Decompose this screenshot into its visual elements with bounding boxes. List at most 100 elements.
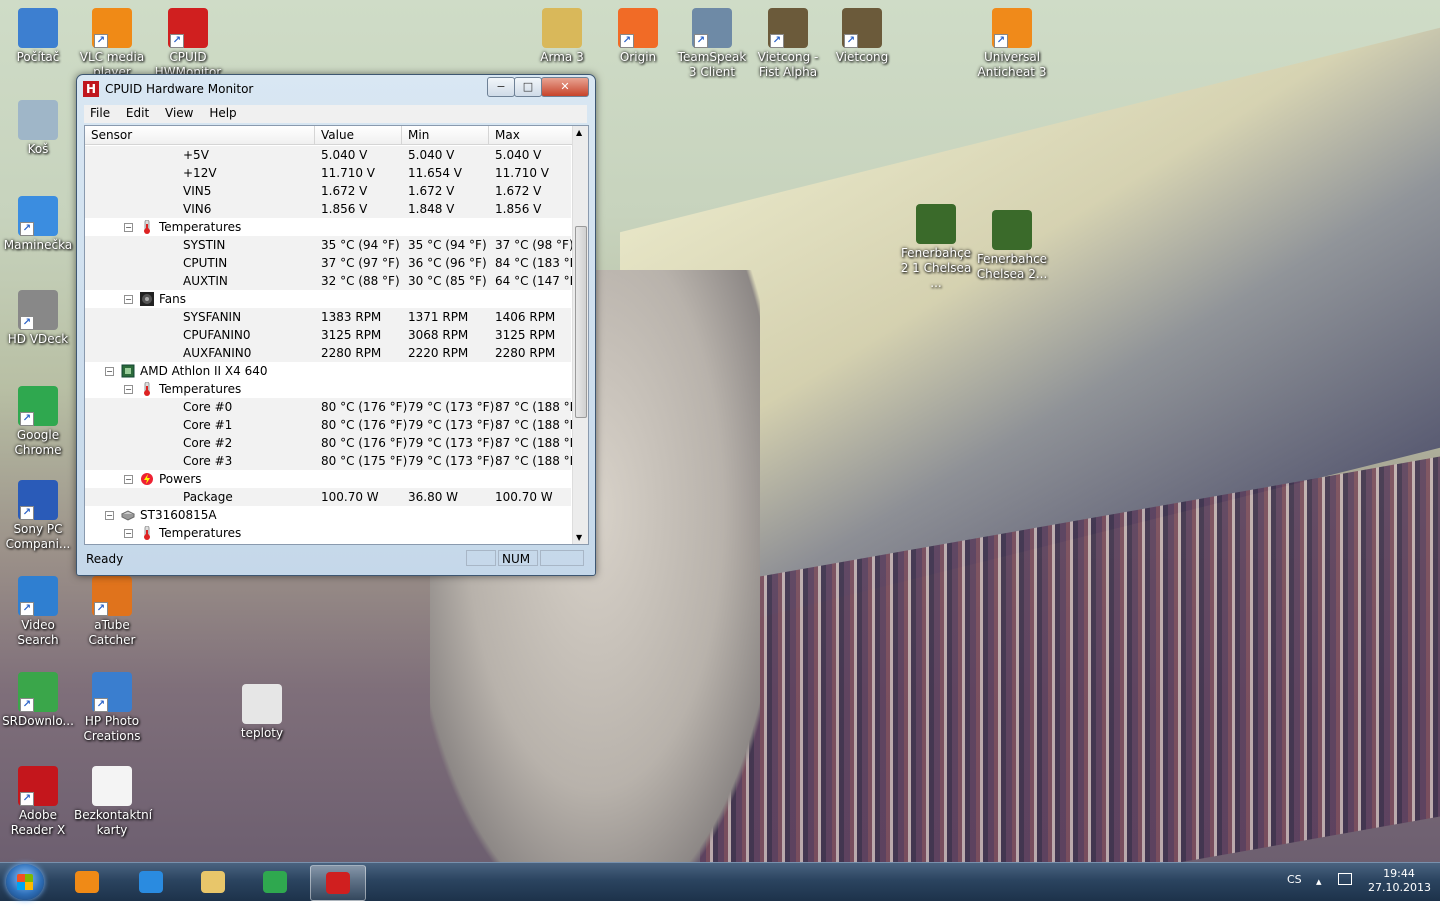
tree-group-node[interactable]: − Fans: [85, 290, 571, 308]
minimize-button[interactable]: −: [487, 77, 515, 97]
desktop-icon-14[interactable]: Bezkontaktní karty: [74, 766, 152, 838]
desktop-icon-11[interactable]: ↗ HP Photo Creations: [74, 672, 150, 744]
close-button[interactable]: ✕: [541, 77, 589, 97]
collapse-toggle-icon[interactable]: −: [124, 223, 133, 232]
desktop-icon-21[interactable]: Fenerbahçe 2 1 Chelsea ...: [898, 204, 974, 291]
vertical-scrollbar[interactable]: ▲ ▼: [572, 126, 588, 544]
sensor-value: 100.70 W: [321, 490, 379, 504]
desktop-icon-7[interactable]: ↗ Sony PC Compani...: [0, 480, 76, 552]
desktop-icon-18[interactable]: ↗ Vietcong - Fist Alpha: [750, 8, 826, 80]
sensor-max: 37 °C (98 °F): [495, 238, 574, 252]
menu-help[interactable]: Help: [203, 105, 242, 121]
desktop-icon-8[interactable]: ↗ Video Search: [0, 576, 76, 648]
hwmonitor-window[interactable]: H CPUID Hardware Monitor − □ ✕ File Edit…: [76, 74, 596, 576]
desktop-icon-6[interactable]: ↗ Google Chrome: [0, 386, 76, 458]
taskbar-button-1[interactable]: [124, 865, 178, 899]
clock[interactable]: 19:44 27.10.2013: [1368, 867, 1431, 905]
sensor-row[interactable]: Core #3 80 °C (175 °F) 79 °C (173 °F) 87 °C…: [85, 452, 581, 470]
tree-group-node[interactable]: − Temperatures: [85, 380, 571, 398]
taskbar-button-4[interactable]: [310, 865, 366, 901]
sensor-value: 80 °C (175 °F): [321, 454, 408, 468]
desktop-icon-2[interactable]: ↗ CPUID HWMonitor: [150, 8, 226, 80]
sensor-row[interactable]: AUXFANIN0 2280 RPM 2220 RPM 2280 RPM: [85, 344, 571, 362]
sensor-row[interactable]: AUXTIN 32 °C (88 °F) 30 °C (85 °F) 64 °C (1…: [85, 272, 581, 290]
menu-view[interactable]: View: [159, 105, 199, 121]
desktop-icon-12[interactable]: teploty: [224, 684, 300, 741]
sensor-min: 2220 RPM: [408, 346, 469, 360]
sensor-max: 1.856 V: [495, 202, 542, 216]
tree-group-node[interactable]: − Temperatures: [85, 524, 571, 542]
sensor-row[interactable]: Core #0 80 °C (176 °F) 79 °C (173 °F) 87 °C…: [85, 398, 581, 416]
desktop-icon-20[interactable]: ↗ Universal Anticheat 3: [974, 8, 1050, 80]
desktop-icon-19[interactable]: ↗ Vietcong: [824, 8, 900, 65]
column-max[interactable]: Max: [489, 126, 575, 144]
sensor-name: SYSFANIN: [183, 310, 242, 324]
tree-group-node[interactable]: − Powers: [85, 470, 571, 488]
desktop-icon-1[interactable]: ↗ VLC media player: [74, 8, 150, 80]
scroll-down-icon[interactable]: ▼: [576, 533, 582, 542]
desktop-icon-13[interactable]: ↗ Adobe Reader X: [0, 766, 76, 838]
desktop-icon-9[interactable]: ↗ aTube Catcher: [74, 576, 150, 648]
sensor-value: 35 °C (94 °F): [321, 238, 400, 252]
tree-group-node[interactable]: − AMD Athlon II X4 640: [85, 362, 571, 380]
sensor-name: Temperatures: [159, 526, 242, 540]
sensor-value: 5.040 V: [321, 148, 368, 162]
tray-arrow-icon[interactable]: ▴: [1316, 875, 1322, 913]
sensor-row[interactable]: Package 100.70 W 36.80 W 100.70 W: [85, 488, 571, 506]
sensor-max: 5.040 V: [495, 148, 542, 162]
desktop-icon-17[interactable]: ↗ TeamSpeak 3 Client: [674, 8, 750, 80]
sensor-min: 36 °C (96 °F): [408, 256, 487, 270]
desktop-icon-0[interactable]: Počítač: [0, 8, 76, 65]
desktop-icon-label: Maminečka: [3, 238, 73, 252]
desktop-icon-5[interactable]: ↗ HD VDeck: [0, 290, 76, 347]
desktop-icon-16[interactable]: ↗ Origin: [600, 8, 676, 65]
start-button[interactable]: [6, 864, 44, 900]
sensor-min: 79 °C (173 °F): [408, 400, 495, 414]
sensor-row[interactable]: CPUTIN 37 °C (97 °F) 36 °C (96 °F) 84 °C (1…: [85, 254, 581, 272]
tree-group-node[interactable]: − ST3160815A: [85, 506, 571, 524]
menu-edit[interactable]: Edit: [120, 105, 155, 121]
desktop-icon-4[interactable]: ↗ Maminečka: [0, 196, 76, 253]
scroll-thumb[interactable]: [575, 226, 587, 418]
shortcut-arrow-icon: ↗: [94, 602, 108, 616]
language-indicator[interactable]: CS: [1287, 873, 1302, 911]
collapse-toggle-icon[interactable]: −: [124, 295, 133, 304]
sensor-row[interactable]: +12V 11.710 V 11.654 V 11.710 V: [85, 164, 571, 182]
desktop-app-icon: ↗: [842, 8, 882, 48]
maximize-button[interactable]: □: [514, 77, 542, 97]
sensor-min: 5.040 V: [408, 148, 455, 162]
sensor-min: 1.672 V: [408, 184, 455, 198]
desktop-icon-22[interactable]: Fenerbahce Chelsea 2...: [974, 210, 1050, 282]
collapse-toggle-icon[interactable]: −: [124, 385, 133, 394]
sensor-row[interactable]: VIN6 1.856 V 1.848 V 1.856 V: [85, 200, 571, 218]
sensor-row[interactable]: CPUFANIN0 3125 RPM 3068 RPM 3125 RPM: [85, 326, 571, 344]
desktop-icon-15[interactable]: Arma 3: [524, 8, 600, 65]
title-bar[interactable]: H CPUID Hardware Monitor − □ ✕: [77, 75, 595, 103]
collapse-toggle-icon[interactable]: −: [105, 367, 114, 376]
column-min[interactable]: Min: [402, 126, 489, 144]
status-bar: Ready NUM: [84, 549, 587, 569]
sensor-tree[interactable]: Sensor Value Min Max +5V 5.040 V 5.040 V 5.…: [84, 125, 589, 545]
column-value[interactable]: Value: [315, 126, 402, 144]
taskbar-button-2[interactable]: [186, 865, 240, 899]
desktop-icon-3[interactable]: Koš: [0, 100, 76, 157]
sensor-row[interactable]: SYSFANIN 1383 RPM 1371 RPM 1406 RPM: [85, 308, 571, 326]
tree-group-node[interactable]: − Temperatures: [85, 218, 571, 236]
desktop-icon-label: HD VDeck: [7, 332, 69, 346]
sensor-row[interactable]: VIN5 1.672 V 1.672 V 1.672 V: [85, 182, 571, 200]
taskbar-button-0[interactable]: [60, 865, 114, 899]
column-sensor[interactable]: Sensor: [85, 126, 315, 144]
taskbar-button-3[interactable]: [248, 865, 302, 899]
desktop-icon-10[interactable]: ↗ SRDownlo...: [0, 672, 76, 729]
collapse-toggle-icon[interactable]: −: [124, 475, 133, 484]
scroll-up-icon[interactable]: ▲: [576, 128, 582, 137]
sensor-row[interactable]: Core #2 80 °C (176 °F) 79 °C (173 °F) 87 °C…: [85, 434, 581, 452]
sensor-row[interactable]: Core #1 80 °C (176 °F) 79 °C (173 °F) 87 °C…: [85, 416, 581, 434]
network-icon[interactable]: [1338, 873, 1352, 885]
collapse-toggle-icon[interactable]: −: [124, 529, 133, 538]
menu-file[interactable]: File: [84, 105, 116, 121]
sensor-row[interactable]: SYSTIN 35 °C (94 °F) 35 °C (94 °F) 37 °C (9…: [85, 236, 574, 254]
sensor-row[interactable]: +5V 5.040 V 5.040 V 5.040 V: [85, 146, 571, 164]
desktop-app-icon: [992, 210, 1032, 250]
collapse-toggle-icon[interactable]: −: [105, 511, 114, 520]
